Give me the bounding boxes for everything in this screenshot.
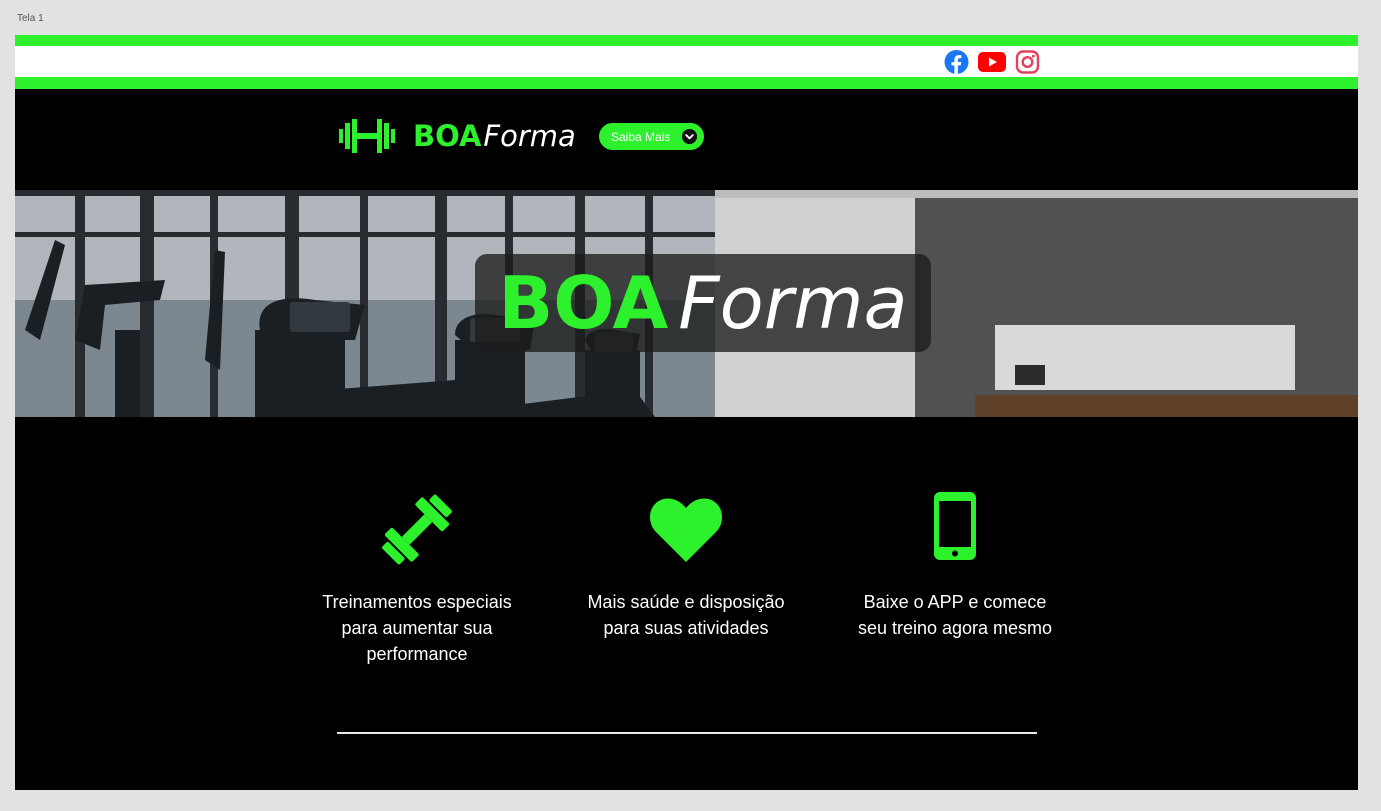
social-bar-inner xyxy=(15,46,1358,77)
brand-name: BOAForma xyxy=(413,118,576,153)
feature-app: Baixe o APP e comece seu treino agora me… xyxy=(855,492,1055,641)
hero-banner: BOA Forma xyxy=(15,190,1358,417)
instagram-icon[interactable] xyxy=(1015,50,1040,74)
youtube-icon[interactable] xyxy=(978,52,1006,72)
hero-title-badge: BOA Forma xyxy=(475,254,931,352)
section-divider xyxy=(337,732,1037,734)
dumbbell-icon xyxy=(339,119,395,153)
saiba-mais-button[interactable]: Saiba Mais xyxy=(599,123,704,150)
brand-bold: BOA xyxy=(413,118,482,153)
smartphone-icon xyxy=(934,492,976,560)
features-section: Treinamentos especiais para aumentar sua… xyxy=(15,417,1358,790)
feature-text: Mais saúde e disposição para suas ativid… xyxy=(587,592,785,638)
dumbbell-icon xyxy=(382,494,452,565)
feature-text: Baixe o APP e comece seu treino agora me… xyxy=(857,592,1053,638)
canvas-label: Tela 1 xyxy=(17,13,44,24)
logo[interactable]: BOAForma xyxy=(339,119,576,153)
facebook-icon[interactable] xyxy=(944,50,969,74)
brand-italic: Forma xyxy=(483,118,576,153)
feature-health: Mais saúde e disposição para suas ativid… xyxy=(586,492,786,641)
screen-frame: BOAForma Saiba Mais BOA Forma Treinament… xyxy=(15,35,1358,790)
social-bar xyxy=(15,35,1358,89)
social-icons xyxy=(944,50,1040,74)
heart-icon xyxy=(650,498,722,562)
chevron-down-circle-icon xyxy=(681,128,698,145)
hero-title: BOA Forma xyxy=(498,267,907,339)
header: BOAForma Saiba Mais xyxy=(15,89,1358,190)
hero-title-italic: Forma xyxy=(678,261,908,345)
hero-title-bold: BOA xyxy=(498,261,669,345)
feature-text: Treinamentos especiais para aumentar sua… xyxy=(322,592,512,664)
feature-training: Treinamentos especiais para aumentar sua… xyxy=(317,492,517,667)
saiba-mais-label: Saiba Mais xyxy=(611,129,671,144)
